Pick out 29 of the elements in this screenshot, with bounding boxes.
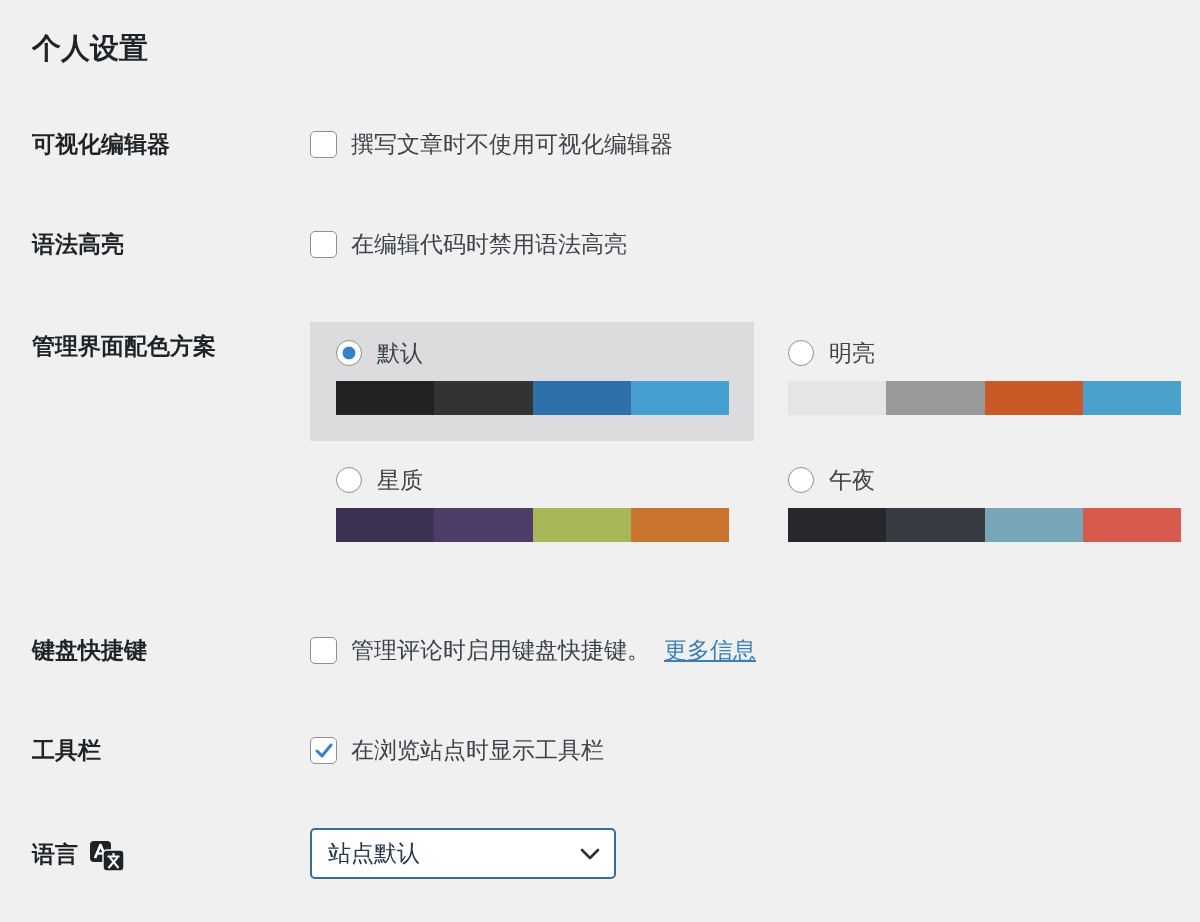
checkbox-label: 在浏览站点时显示工具栏 (351, 736, 604, 765)
more-info-link[interactable]: 更多信息 (664, 635, 756, 665)
radio-button[interactable] (788, 340, 814, 366)
checkbox[interactable] (310, 230, 337, 258)
setting-label: 管理界面配色方案 (32, 332, 216, 361)
setting-label: 语言 (32, 839, 78, 869)
radio-button[interactable] (788, 467, 814, 493)
chevron-down-icon (580, 847, 600, 860)
setting-label: 键盘快捷键 (32, 636, 147, 665)
scheme-name: 午夜 (829, 466, 875, 495)
radio-button[interactable] (336, 340, 362, 366)
setting-label: 可视化编辑器 (32, 130, 170, 159)
scheme-name: 明亮 (829, 339, 875, 368)
scheme-name: 星质 (377, 466, 423, 495)
checkbox-label: 在编辑代码时禁用语法高亮 (351, 230, 627, 259)
radio-button[interactable] (336, 467, 362, 493)
scheme-name: 默认 (377, 339, 423, 368)
setting-label: 语法高亮 (32, 230, 124, 259)
language-select[interactable]: 站点默认 (310, 828, 616, 879)
checkbox-label: 管理评论时启用键盘快捷键。 (351, 636, 650, 665)
section-title: 个人设置 (32, 31, 149, 66)
checkmark-icon (314, 741, 333, 759)
translation-icon (90, 840, 124, 871)
checkbox[interactable] (310, 736, 337, 764)
checkbox[interactable] (310, 636, 337, 664)
checkbox-label: 撰写文章时不使用可视化编辑器 (351, 130, 673, 159)
checkbox[interactable] (310, 130, 337, 158)
setting-label: 工具栏 (32, 736, 101, 765)
selected-scheme-panel[interactable]: 默认 (310, 322, 754, 441)
